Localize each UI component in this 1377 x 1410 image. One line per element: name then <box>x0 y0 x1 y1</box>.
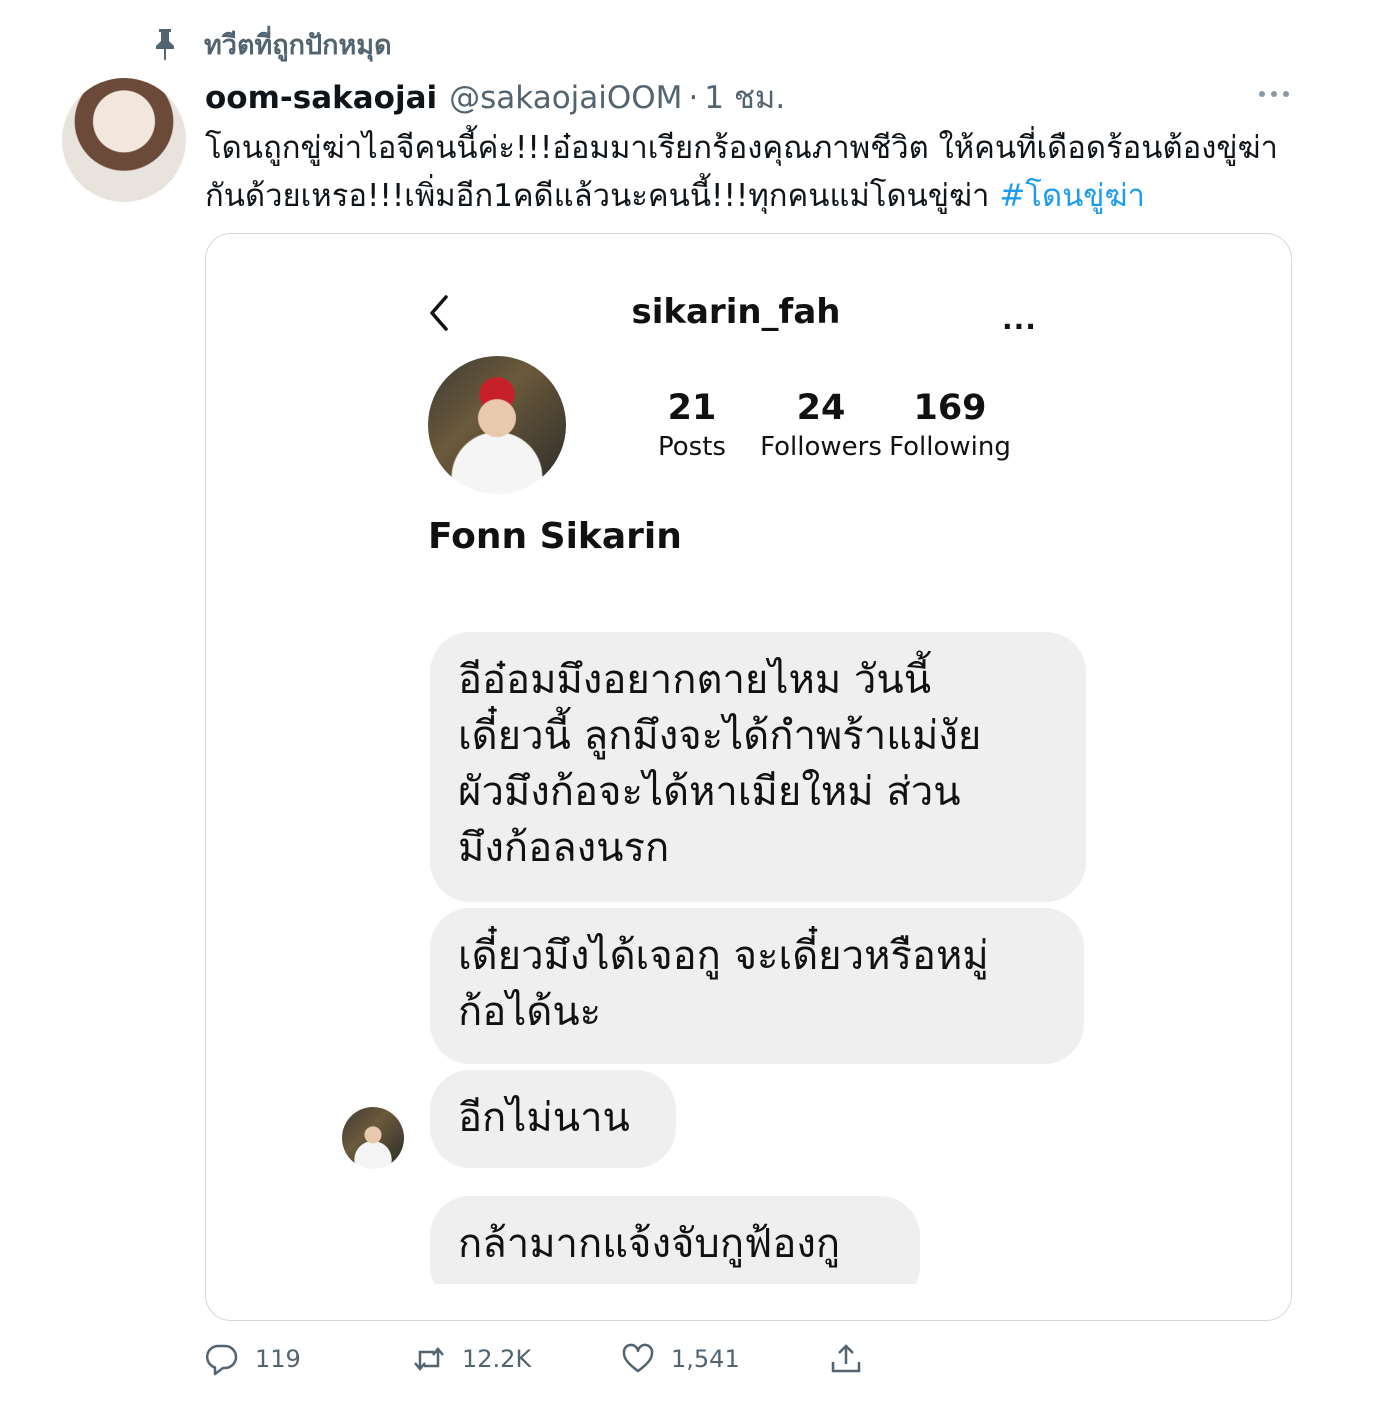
ig-followers-count: 24 <box>796 388 846 428</box>
ig-stat-following: 169 Following <box>885 386 1015 464</box>
ig-stat-posts: 21 Posts <box>627 386 757 464</box>
message-bubble: กล้ามากแจ้งจับกูฟ้องกู <box>430 1196 920 1284</box>
share-button[interactable] <box>829 1336 879 1382</box>
retweet-count: 12.2K <box>462 1345 532 1373</box>
author-handle[interactable]: @sakaojaiOOM <box>449 80 682 116</box>
ig-full-name: Fonn Sikarin <box>428 516 682 557</box>
ig-posts-label: Posts <box>658 432 726 462</box>
sender-avatar <box>342 1107 404 1169</box>
message-line: ผัวมึงก้อจะได้หาเมียใหม่ ส่วน <box>458 769 961 815</box>
message-bubble: อีอ๋อมมึงอยากตายไหม วันนี้ เดี๋ยวนี้ ลูก… <box>430 632 1086 902</box>
ig-posts-count: 21 <box>667 388 717 428</box>
message-line: อีกไม่นาน <box>458 1095 630 1141</box>
ig-followers-label: Followers <box>760 432 882 462</box>
ig-stat-followers: 24 Followers <box>756 386 886 464</box>
tweet-text: โดนถูกขู่ฆ่าไอจีคนนี้ค่ะ!!!อ๋อมมาเรียกร้… <box>205 124 1305 220</box>
more-options-icon[interactable] <box>1257 88 1291 100</box>
author-name[interactable]: oom-sakaojai <box>205 80 437 116</box>
reply-button[interactable]: 119 <box>205 1336 301 1382</box>
ig-more-icon: ··· <box>1002 310 1037 343</box>
tweet-actions: 119 12.2K 1,541 <box>205 1336 905 1382</box>
ig-username: sikarin_fah <box>631 292 841 332</box>
reply-count: 119 <box>255 1345 301 1373</box>
retweet-icon <box>414 1347 444 1371</box>
message-bubble: เดี๋ยวมึงได้เจอกู จะเดี๋ยวหรือหมู่ ก้อได… <box>430 908 1084 1064</box>
ig-following-count: 169 <box>913 388 987 428</box>
reply-icon <box>205 1344 238 1376</box>
ig-following-label: Following <box>889 432 1011 462</box>
retweet-button[interactable]: 12.2K <box>412 1336 531 1382</box>
message-bubble: อีกไม่นาน <box>430 1070 676 1168</box>
message-line: ก้อได้นะ <box>458 989 602 1035</box>
separator-dot: · <box>688 80 699 116</box>
pinned-indicator: ทวีตที่ถูกปักหมุด <box>150 26 392 62</box>
like-count: 1,541 <box>671 1345 740 1373</box>
tweet-text-line-1: โดนถูกขู่ฆ่าไอจีคนนี้ค่ะ!!!อ๋อมมาเรียกร้… <box>205 130 1278 166</box>
hashtag-link[interactable]: #โดนขู่ฆ่า <box>999 178 1145 214</box>
share-icon <box>831 1344 861 1373</box>
back-chevron-icon <box>430 295 448 331</box>
author-avatar[interactable] <box>62 78 186 202</box>
instagram-screenshot: sikarin_fah ··· 21 Posts 24 Followers 16… <box>206 234 1291 1284</box>
like-button[interactable]: 1,541 <box>621 1336 740 1382</box>
pinned-label: ทวีตที่ถูกปักหมุด <box>204 29 392 61</box>
tweet-timestamp[interactable]: 1 ชม. <box>704 72 785 122</box>
tweet-text-line-2-body: กันด้วยเหรอ!!!เพิ่มอีก1คดีแล้วนะคนนี้!!!… <box>205 178 1000 214</box>
message-line: เดี๋ยวนี้ ลูกมึงจะได้กำพร้าแม่งัย <box>458 713 982 759</box>
pin-icon <box>156 29 174 61</box>
message-line: มึงก้อลงนรก <box>458 825 670 871</box>
ig-profile-avatar <box>428 356 566 494</box>
heart-icon <box>622 1343 654 1373</box>
tweet-text-line-2: กันด้วยเหรอ!!!เพิ่มอีก1คดีแล้วนะคนนี้!!!… <box>205 172 1305 220</box>
tweet-header: oom-sakaojai @sakaojaiOOM · 1 ชม. <box>205 72 785 118</box>
message-line: เดี๋ยวมึงได้เจอกู จะเดี๋ยวหรือหมู่ <box>458 933 989 979</box>
message-line: อีอ๋อมมึงอยากตายไหม วันนี้ <box>458 657 932 703</box>
message-line: กล้ามากแจ้งจับกูฟ้องกู <box>458 1221 841 1267</box>
tweet-media[interactable]: sikarin_fah ··· 21 Posts 24 Followers 16… <box>205 233 1292 1321</box>
